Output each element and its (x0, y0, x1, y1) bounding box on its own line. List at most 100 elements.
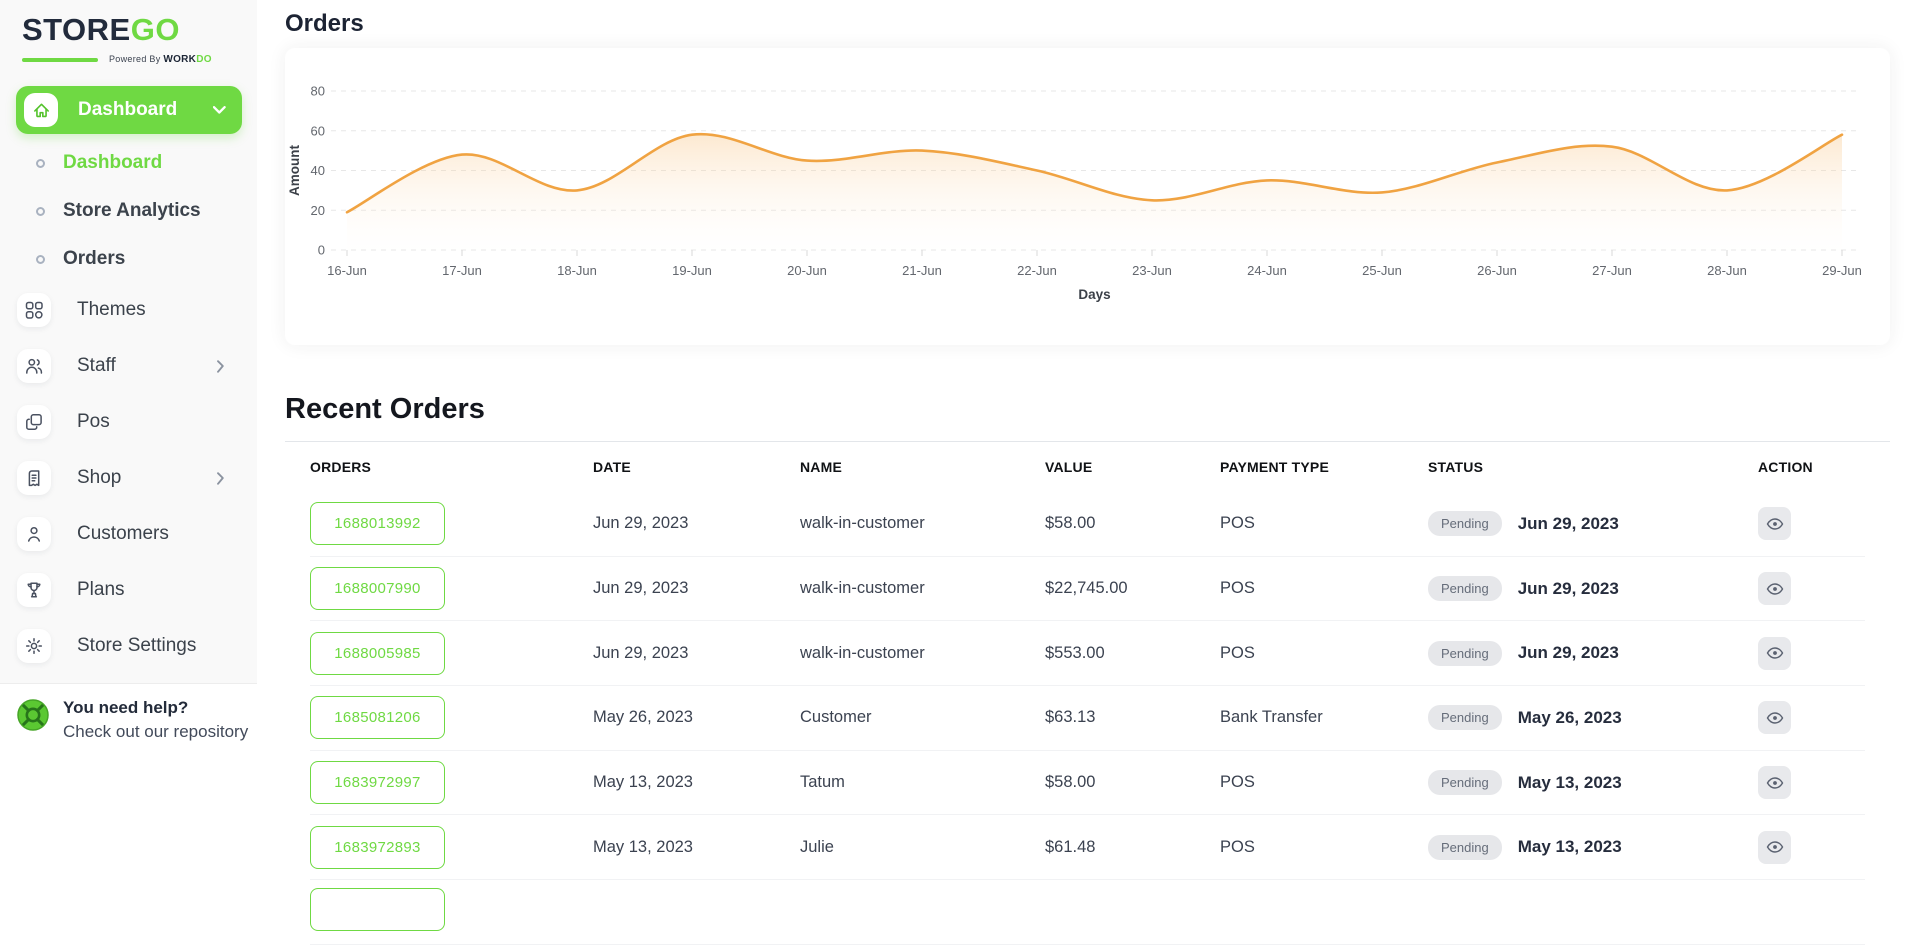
view-order-button[interactable] (1758, 637, 1791, 670)
help-repository-link[interactable]: You need help? Check out our repository (0, 684, 257, 742)
chevron-down-icon (213, 106, 226, 115)
status-badge: Pending (1428, 770, 1502, 795)
order-value-cell: $58.00 (1045, 514, 1220, 533)
orders-chart-card: 02040608016-Jun17-Jun18-Jun19-Jun20-Jun2… (285, 48, 1890, 345)
sidebar: STOREGO Powered By WORKDO Dashboard Dash… (0, 0, 257, 683)
order-id-button[interactable]: 1683972997 (310, 761, 445, 804)
order-id-button[interactable]: 1683972893 (310, 826, 445, 869)
view-order-button[interactable] (1758, 572, 1791, 605)
sidebar-menu-label: Plans (77, 579, 257, 601)
order-id-button[interactable] (310, 888, 445, 931)
trophy-icon (17, 573, 51, 607)
table-row (310, 880, 1865, 945)
svg-text:16-Jun: 16-Jun (327, 263, 367, 278)
payment-type-cell: POS (1220, 579, 1428, 598)
column-header-payment-type: PAYMENT TYPE (1220, 459, 1428, 475)
eye-icon (1766, 709, 1784, 727)
sidebar-item-store-settings[interactable]: Store Settings (0, 618, 257, 674)
sidebar-menu-label: Staff (77, 355, 217, 377)
eye-icon (1766, 774, 1784, 792)
sidebar-group-label: Dashboard (78, 99, 213, 121)
help-section: You need help? Check out our repository (0, 683, 257, 900)
svg-text:20: 20 (311, 203, 325, 218)
eye-icon (1766, 838, 1784, 856)
sidebar-menu-label: Customers (77, 523, 257, 545)
help-title: You need help? (63, 698, 248, 718)
page-title: Orders (285, 10, 364, 38)
sidebar-submenu-label: Dashboard (63, 152, 162, 174)
column-header-action: ACTION (1758, 459, 1865, 475)
orders-area-chart: 02040608016-Jun17-Jun18-Jun19-Jun20-Jun2… (285, 48, 1890, 345)
order-date-cell: May 26, 2023 (593, 708, 800, 727)
order-value-cell: $58.00 (1045, 773, 1220, 792)
sidebar-submenu-item-store-analytics[interactable]: Store Analytics (0, 187, 257, 235)
order-value-cell: $553.00 (1045, 644, 1220, 663)
home-icon (24, 93, 58, 127)
svg-text:22-Jun: 22-Jun (1017, 263, 1057, 278)
sidebar-item-staff[interactable]: Staff (0, 338, 257, 394)
order-id-button[interactable]: 1688007990 (310, 567, 445, 610)
sidebar-submenu-item-dashboard[interactable]: Dashboard (0, 139, 257, 187)
svg-text:Amount: Amount (287, 145, 302, 196)
view-order-button[interactable] (1758, 507, 1791, 540)
view-order-button[interactable] (1758, 766, 1791, 799)
sidebar-menu-label: Shop (77, 467, 217, 489)
order-value-cell: $61.48 (1045, 838, 1220, 857)
customer-name-cell: Customer (800, 708, 1045, 727)
storego-logo[interactable]: STOREGO Powered By WORKDO (22, 12, 212, 65)
customer-name-cell: walk-in-customer (800, 579, 1045, 598)
sidebar-menu-label: Themes (77, 299, 257, 321)
svg-text:25-Jun: 25-Jun (1362, 263, 1402, 278)
logo-underline (22, 58, 98, 62)
pos-icon (17, 405, 51, 439)
svg-text:19-Jun: 19-Jun (672, 263, 712, 278)
sidebar-item-shop[interactable]: Shop (0, 450, 257, 506)
sidebar-submenu: Dashboard Store Analytics Orders (0, 139, 257, 283)
grid-icon (17, 293, 51, 327)
sidebar-item-plans[interactable]: Plans (0, 562, 257, 618)
order-date-cell: Jun 29, 2023 (593, 514, 800, 533)
sidebar-submenu-label: Orders (63, 248, 125, 270)
table-row: 1683972893 May 13, 2023 Julie $61.48 POS… (310, 815, 1865, 880)
table-row: 1685081206 May 26, 2023 Customer $63.13 … (310, 686, 1865, 751)
sidebar-submenu-item-orders[interactable]: Orders (0, 235, 257, 283)
bullet-icon (36, 255, 45, 264)
table-row: 1688007990 Jun 29, 2023 walk-in-customer… (310, 557, 1865, 622)
payment-type-cell: POS (1220, 644, 1428, 663)
powered-by-text: Powered By WORKDO (109, 54, 212, 65)
status-badge: Pending (1428, 705, 1502, 730)
receipt-icon (17, 461, 51, 495)
help-subtitle: Check out our repository (63, 722, 248, 742)
order-value-cell: $63.13 (1045, 708, 1220, 727)
sidebar-item-pos[interactable]: Pos (0, 394, 257, 450)
svg-text:24-Jun: 24-Jun (1247, 263, 1287, 278)
order-id-button[interactable]: 1685081206 (310, 696, 445, 739)
status-badge: Pending (1428, 641, 1502, 666)
status-date: Jun 29, 2023 (1518, 514, 1619, 534)
order-id-button[interactable]: 1688005985 (310, 632, 445, 675)
status-badge: Pending (1428, 511, 1502, 536)
customer-name-cell: walk-in-customer (800, 644, 1045, 663)
bullet-icon (36, 207, 45, 216)
table-row: 1688013992 Jun 29, 2023 walk-in-customer… (310, 492, 1865, 557)
sidebar-menu: Themes Staff Pos Shop Customers Plans St… (0, 282, 257, 674)
status-badge: Pending (1428, 576, 1502, 601)
order-id-button[interactable]: 1688013992 (310, 502, 445, 545)
sidebar-group-dashboard[interactable]: Dashboard (16, 86, 242, 134)
svg-text:Days: Days (1078, 287, 1110, 302)
svg-text:28-Jun: 28-Jun (1707, 263, 1747, 278)
svg-text:80: 80 (311, 84, 325, 99)
sidebar-item-customers[interactable]: Customers (0, 506, 257, 562)
view-order-button[interactable] (1758, 701, 1791, 734)
eye-icon (1766, 644, 1784, 662)
table-header-row: ORDERSDATENAMEVALUEPAYMENT TYPESTATUSACT… (310, 442, 1865, 492)
status-date: Jun 29, 2023 (1518, 643, 1619, 663)
recent-orders-table: ORDERSDATENAMEVALUEPAYMENT TYPESTATUSACT… (285, 441, 1890, 945)
customer-icon (17, 517, 51, 551)
customer-name-cell: walk-in-customer (800, 514, 1045, 533)
view-order-button[interactable] (1758, 831, 1791, 864)
chevron-right-icon (217, 360, 225, 373)
sidebar-item-themes[interactable]: Themes (0, 282, 257, 338)
column-header-orders: ORDERS (310, 459, 593, 475)
customer-name-cell: Tatum (800, 773, 1045, 792)
